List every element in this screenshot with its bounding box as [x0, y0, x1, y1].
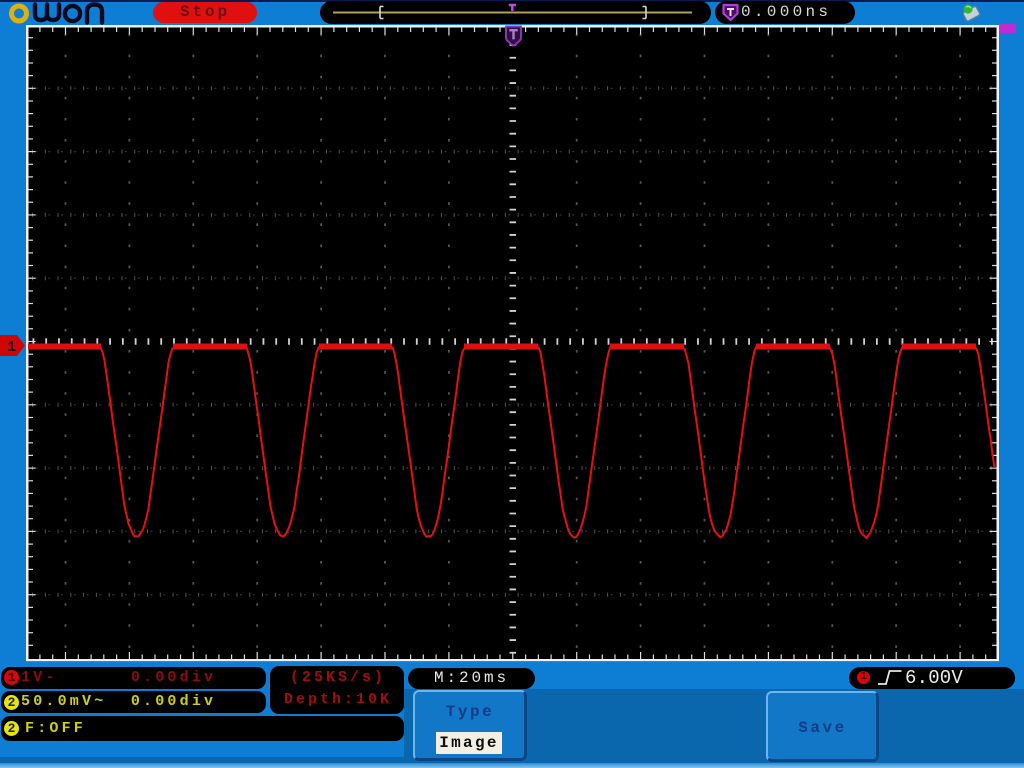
svg-text:1: 1: [7, 339, 16, 356]
